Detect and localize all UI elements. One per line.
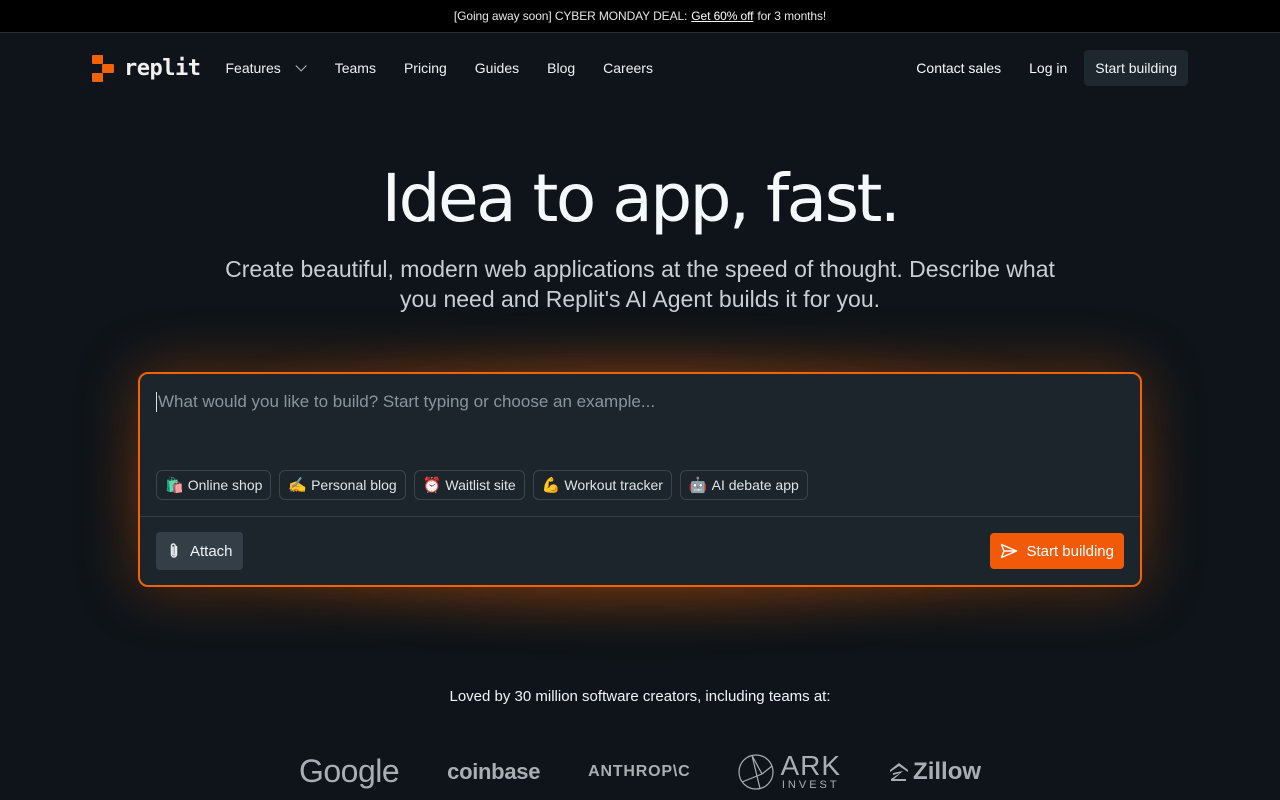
- writing-hand-icon: ✍️: [288, 477, 308, 494]
- prompt-divider: [140, 516, 1140, 517]
- promo-banner: [Going away soon] CYBER MONDAY DEAL: Get…: [0, 0, 1280, 33]
- start-building-nav-button[interactable]: Start building: [1084, 50, 1188, 86]
- nav-careers[interactable]: Careers: [603, 60, 653, 76]
- start-building-button[interactable]: Start building: [990, 533, 1124, 569]
- customer-logos: Google coinbase ANTHROP\C ARK INVEST Zil…: [0, 752, 1280, 791]
- chip-label: Personal blog: [311, 477, 397, 493]
- chip-label: AI debate app: [711, 477, 799, 493]
- chip-label: Waitlist site: [445, 477, 516, 493]
- chip-label: Online shop: [187, 477, 263, 493]
- send-icon: [1001, 543, 1018, 559]
- logo-text: replit: [124, 55, 201, 81]
- chip-label: Workout tracker: [564, 477, 663, 493]
- start-building-label: Start building: [1026, 542, 1114, 560]
- contact-sales-link[interactable]: Contact sales: [916, 60, 1001, 76]
- hero-title: Idea to app, fast.: [381, 160, 901, 237]
- nav-links: Features Teams Pricing Guides Blog Caree…: [225, 60, 652, 76]
- anthropic-logo: ANTHROP\C: [588, 762, 691, 780]
- zillow-house-icon: [890, 762, 909, 781]
- promo-text: [Going away soon] CYBER MONDAY DEAL:: [453, 9, 688, 23]
- chevron-down-icon: [295, 60, 307, 72]
- paperclip-icon: [170, 543, 178, 558]
- nav-pricing[interactable]: Pricing: [404, 60, 447, 76]
- replit-logo[interactable]: replit: [92, 54, 201, 82]
- shopping-bags-icon: 🛍️: [165, 477, 184, 494]
- ark-circle-icon: [738, 753, 775, 790]
- chip-workout-tracker[interactable]: 💪 Workout tracker: [532, 470, 672, 500]
- replit-logo-icon: [92, 54, 115, 82]
- flexed-biceps-icon: 💪: [541, 477, 561, 494]
- attach-label: Attach: [190, 542, 233, 560]
- social-proof-text: Loved by 30 million software creators, i…: [449, 688, 831, 705]
- chip-personal-blog[interactable]: ✍️ Personal blog: [279, 470, 406, 500]
- chip-online-shop[interactable]: 🛍️ Online shop: [156, 470, 272, 500]
- nav-features[interactable]: Features: [225, 60, 307, 76]
- coinbase-logo: coinbase: [447, 758, 541, 784]
- attach-button[interactable]: Attach: [156, 532, 243, 570]
- promo-link[interactable]: Get 60% off: [691, 9, 753, 23]
- prompt-box: 🛍️ Online shop ✍️ Personal blog ⏰ Waitli…: [138, 372, 1142, 587]
- hero-subtitle: Create beautiful, modern web application…: [225, 256, 1055, 312]
- robot-icon: 🤖: [688, 477, 708, 494]
- alarm-clock-icon: ⏰: [422, 477, 442, 494]
- nav-blog[interactable]: Blog: [547, 60, 575, 76]
- login-link[interactable]: Log in: [1029, 60, 1067, 76]
- invest-text: INVEST: [781, 779, 840, 791]
- zillow-logo: Zillow: [889, 758, 981, 786]
- top-nav: replit Features Teams Pricing Guides Blo…: [0, 34, 1280, 102]
- nav-right: Contact sales Log in Start building: [916, 50, 1188, 86]
- ark-text: ARK: [780, 750, 842, 781]
- zillow-text: Zillow: [913, 757, 982, 785]
- google-logo: Google: [298, 753, 400, 789]
- promo-suffix: for 3 months!: [757, 9, 827, 23]
- chip-waitlist-site[interactable]: ⏰ Waitlist site: [413, 470, 525, 500]
- ark-invest-logo: ARK INVEST: [738, 752, 841, 791]
- example-chips: 🛍️ Online shop ✍️ Personal blog ⏰ Waitli…: [156, 470, 808, 500]
- nav-guides[interactable]: Guides: [475, 60, 519, 76]
- chip-ai-debate-app[interactable]: 🤖 AI debate app: [679, 470, 808, 500]
- nav-features-label: Features: [225, 60, 281, 76]
- prompt-input[interactable]: [156, 392, 1116, 412]
- nav-teams[interactable]: Teams: [335, 60, 376, 76]
